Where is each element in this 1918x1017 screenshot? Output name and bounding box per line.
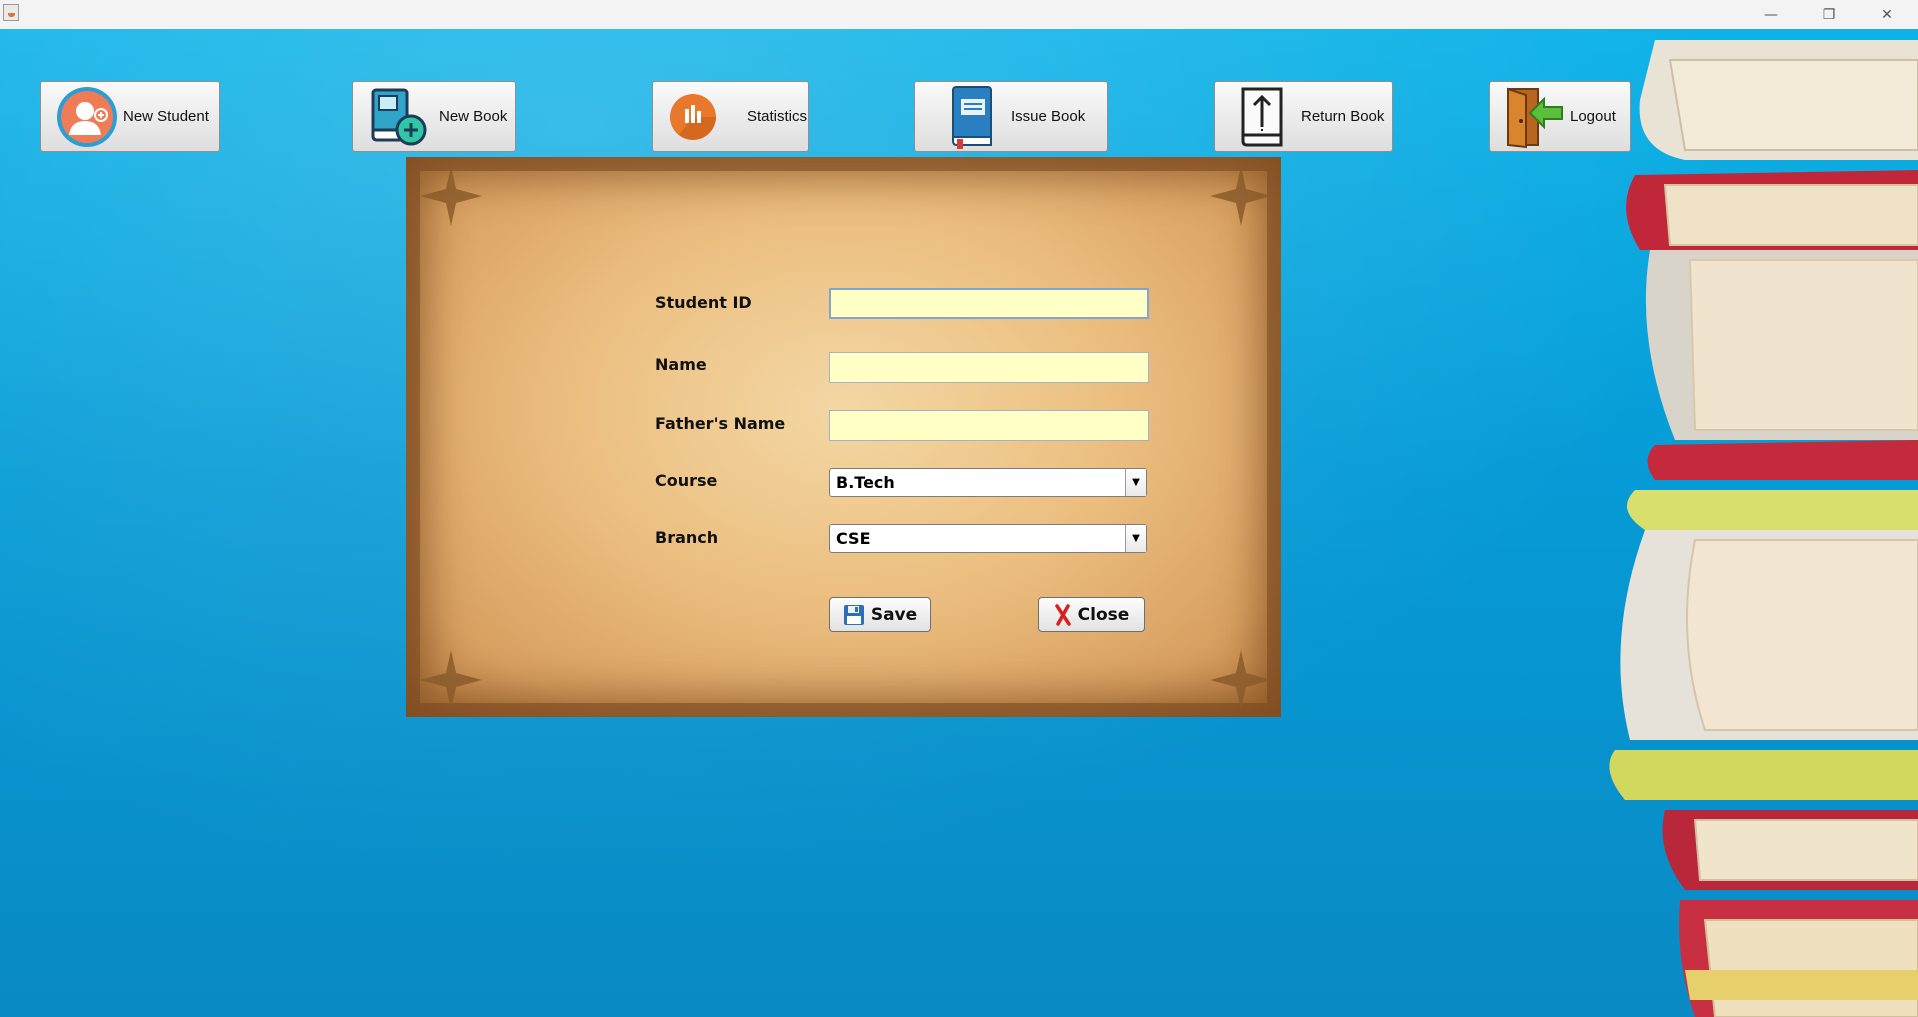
return-book-label: Return Book xyxy=(1301,108,1385,125)
close-window-button[interactable]: ✕ xyxy=(1858,0,1916,29)
new-student-button[interactable]: New Student xyxy=(40,81,220,152)
close-button[interactable]: Close xyxy=(1038,597,1145,632)
branch-label: Branch xyxy=(655,528,719,547)
name-label: Name xyxy=(655,355,707,374)
fathers-name-label: Father's Name xyxy=(655,414,786,433)
corner-star-decoration xyxy=(1210,166,1272,226)
logout-button[interactable]: Logout xyxy=(1489,81,1631,152)
logout-label: Logout xyxy=(1570,108,1616,125)
statistics-label: Statistics xyxy=(747,108,808,125)
student-form-panel: Student ID Name Father's Name Course B.T… xyxy=(406,157,1281,717)
student-id-label: Student ID xyxy=(655,293,752,312)
branch-selected-value: CSE xyxy=(836,529,871,548)
corner-star-decoration xyxy=(1210,650,1272,710)
new-book-button[interactable]: New Book xyxy=(352,81,516,152)
statistics-button[interactable]: Statistics xyxy=(652,81,809,152)
corner-star-decoration xyxy=(420,650,482,710)
new-student-icon xyxy=(57,86,117,147)
java-app-icon xyxy=(3,4,19,21)
close-x-icon xyxy=(1054,603,1071,626)
return-book-button[interactable]: Return Book xyxy=(1214,81,1393,152)
statistics-icon xyxy=(670,93,716,140)
issue-book-label: Issue Book xyxy=(1011,108,1086,125)
new-book-label: New Book xyxy=(439,108,508,125)
course-select[interactable]: B.Tech ▼ xyxy=(829,468,1147,497)
floppy-disk-icon xyxy=(843,604,864,625)
minimize-button[interactable]: — xyxy=(1742,0,1800,29)
save-label: Save xyxy=(870,604,918,625)
save-button[interactable]: Save xyxy=(829,597,931,632)
corner-star-decoration xyxy=(420,166,482,226)
fathers-name-input[interactable] xyxy=(829,410,1149,441)
course-label: Course xyxy=(655,471,718,490)
branch-select[interactable]: CSE ▼ xyxy=(829,524,1147,553)
restore-button[interactable]: ❐ xyxy=(1800,0,1858,29)
close-label: Close xyxy=(1077,604,1130,625)
name-input[interactable] xyxy=(829,352,1149,383)
book-stack-image xyxy=(1609,40,1918,1017)
logout-icon xyxy=(1507,87,1563,148)
issue-book-icon xyxy=(952,85,992,149)
course-selected-value: B.Tech xyxy=(836,473,895,492)
dropdown-arrow-icon[interactable]: ▼ xyxy=(1125,525,1146,552)
window-title-bar: — ❐ ✕ xyxy=(0,0,1918,30)
student-id-input[interactable] xyxy=(829,288,1149,319)
issue-book-button[interactable]: Issue Book xyxy=(914,81,1108,152)
new-book-icon xyxy=(371,88,427,145)
dropdown-arrow-icon[interactable]: ▼ xyxy=(1125,469,1146,496)
new-student-label: New Student xyxy=(123,108,209,125)
return-book-icon xyxy=(1241,87,1283,146)
